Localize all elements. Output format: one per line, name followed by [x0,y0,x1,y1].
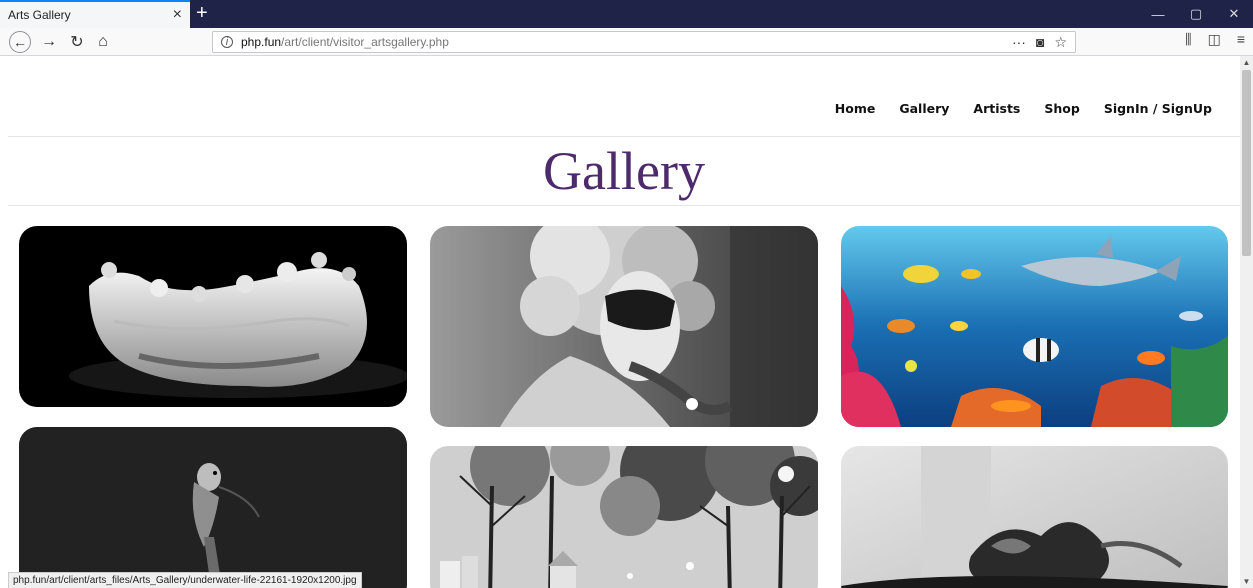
gallery-image-painted-trees[interactable] [430,446,818,588]
tab-close-icon[interactable]: × [173,7,182,23]
page-actions-icon[interactable]: ··· [1012,34,1026,51]
pocket-icon[interactable]: ◙ [1036,34,1044,51]
reload-icon[interactable]: ↻ [66,31,88,53]
library-icon[interactable]: ⫼ [1185,31,1191,48]
active-tab[interactable]: Arts Gallery × [0,0,190,28]
tab-title: Arts Gallery [8,8,71,22]
painted-trees-art [430,446,818,588]
gallery-image-underwater-life[interactable] [841,226,1228,427]
gallery-image-abstract-ink[interactable] [841,446,1228,588]
site-header: Home Gallery Artists Shop SignIn / SignU… [8,56,1240,137]
page-title: Gallery [543,141,705,201]
address-bar[interactable]: i php.fun /art/client/visitor_artsgaller… [212,31,1076,53]
window-controls: — ▢ ✕ [1139,0,1253,28]
masked-woman-art [430,226,818,427]
url-path: /art/client/visitor_artsgallery.php [281,35,449,49]
toolbar-right-icons: ⫼ ◫ ≡ [1185,31,1245,48]
main-menu: Home Gallery Artists Shop SignIn / SignU… [835,101,1212,116]
nav-home[interactable]: Home [835,101,876,116]
milk-splash-art [19,226,407,407]
page-content: Home Gallery Artists Shop SignIn / SignU… [8,56,1240,588]
nav-artists[interactable]: Artists [973,101,1020,116]
scroll-up-arrow-icon[interactable]: ▲ [1240,56,1253,69]
url-actions: ··· ◙ ☆ [1012,34,1067,51]
bookmark-star-icon[interactable]: ☆ [1054,34,1067,51]
scroll-thumb[interactable] [1242,70,1251,256]
abstract-ink-art [841,446,1228,588]
nav-shop[interactable]: Shop [1044,101,1079,116]
restore-button[interactable]: ▢ [1177,0,1215,28]
scroll-down-arrow-icon[interactable]: ▼ [1240,575,1253,588]
minimize-button[interactable]: — [1139,0,1177,28]
new-tab-button[interactable]: + [196,2,208,24]
sidebar-icon[interactable]: ◫ [1208,31,1221,48]
nav-gallery[interactable]: Gallery [899,101,949,116]
browser-toolbar: ← → ↻ ⌂ i php.fun /art/client/visitor_ar… [0,28,1253,56]
back-arrow-icon[interactable]: ← [9,31,31,53]
gallery-image-milk-splash[interactable] [19,226,407,407]
link-status-bar: php.fun/art/client/arts_files/Arts_Galle… [8,572,362,588]
site-info-icon[interactable]: i [221,36,233,48]
close-window-button[interactable]: ✕ [1215,0,1253,28]
tab-strip: Arts Gallery × + — ▢ ✕ [0,0,1253,28]
vertical-scrollbar[interactable]: ▲ ▼ [1240,56,1253,588]
gallery-heading: Gallery [8,137,1240,206]
gallery-image-parrot[interactable] [19,427,407,588]
underwater-life-art [841,226,1228,427]
url-host: php.fun [241,35,282,49]
nav-signin-signup[interactable]: SignIn / SignUp [1104,101,1212,116]
home-icon[interactable]: ⌂ [92,31,114,53]
hamburger-menu-icon[interactable]: ≡ [1237,31,1245,48]
gallery-image-masked-woman[interactable] [430,226,818,427]
parrot-art [19,427,407,588]
forward-arrow-icon[interactable]: → [38,31,60,53]
